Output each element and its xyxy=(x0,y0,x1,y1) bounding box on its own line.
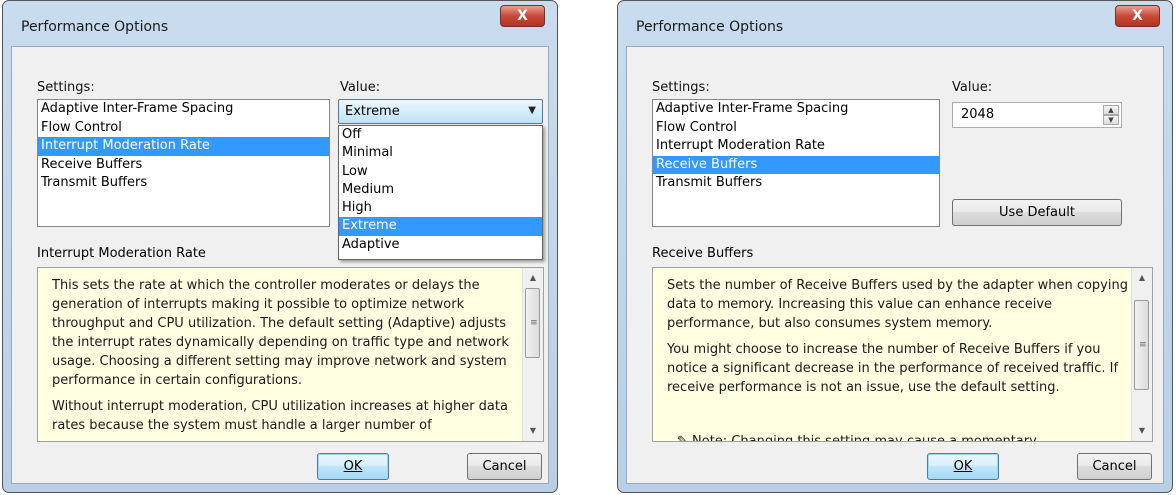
description-paragraph: Without interrupt moderation, CPU utiliz… xyxy=(52,399,508,433)
settings-item-receive-buffers[interactable]: Receive Buffers xyxy=(38,156,329,175)
description-paragraph: Sets the number of Receive Buffers used … xyxy=(667,278,1128,331)
settings-item-transmit-buffers[interactable]: Transmit Buffers xyxy=(653,174,939,193)
close-button[interactable]: X xyxy=(1115,5,1160,27)
spin-buttons: ▲ ▼ xyxy=(1103,105,1119,125)
scrollbar-thumb[interactable]: ≡ xyxy=(1134,300,1149,390)
description-panel: Sets the number of Receive Buffers used … xyxy=(652,267,1153,442)
settings-label: Settings: xyxy=(37,80,95,95)
scroll-down-arrow-icon[interactable]: ▼ xyxy=(523,423,543,439)
performance-options-dialog-right: Performance Options X Settings: Value: A… xyxy=(617,0,1173,493)
settings-listbox[interactable]: Adaptive Inter-Frame Spacing Flow Contro… xyxy=(652,99,940,227)
combobox-value: Extreme xyxy=(345,104,400,119)
value-label: Value: xyxy=(952,80,993,95)
note-icon: ✎ xyxy=(677,434,693,442)
grip-icon: ≡ xyxy=(1139,340,1147,350)
ok-button-label: OK xyxy=(953,459,973,474)
ok-button[interactable]: OK xyxy=(927,453,999,480)
note-cut-label: Note: Changing this setting may cause a … xyxy=(692,434,1037,442)
cancel-button-label: Cancel xyxy=(1092,459,1137,474)
value-dropdown-list[interactable]: Off Minimal Low Medium High Extreme Adap… xyxy=(338,125,543,260)
title-bar[interactable]: Performance Options X xyxy=(618,1,1172,41)
dialog-title: Performance Options xyxy=(636,19,784,35)
close-button[interactable]: X xyxy=(500,5,545,27)
dropdown-option-high[interactable]: High xyxy=(339,199,542,217)
use-default-button[interactable]: Use Default xyxy=(952,199,1122,226)
cancel-button-label: Cancel xyxy=(482,459,527,474)
spin-up-arrow-icon[interactable]: ▲ xyxy=(1103,105,1119,115)
performance-options-dialog-left: Performance Options X Settings: Value: A… xyxy=(2,0,558,493)
spinbox-value: 2048 xyxy=(961,107,995,122)
settings-item-receive-buffers[interactable]: Receive Buffers xyxy=(653,155,939,174)
value-spinbox[interactable]: 2048 ▲ ▼ xyxy=(952,102,1122,128)
description-title: Interrupt Moderation Rate xyxy=(37,246,206,261)
settings-item-adaptive-inter-frame-spacing[interactable]: Adaptive Inter-Frame Spacing xyxy=(38,100,329,119)
description-title: Receive Buffers xyxy=(652,246,754,261)
settings-item-interrupt-moderation-rate[interactable]: Interrupt Moderation Rate xyxy=(653,137,939,156)
cancel-button[interactable]: Cancel xyxy=(467,453,542,480)
dialog-client-area: Settings: Value: Adaptive Inter-Frame Sp… xyxy=(11,46,549,484)
dropdown-option-minimal[interactable]: Minimal xyxy=(339,144,542,162)
description-scrollbar[interactable]: ▲ ≡ ▼ xyxy=(522,268,543,441)
chevron-down-icon[interactable]: ▼ xyxy=(528,105,536,116)
settings-label: Settings: xyxy=(652,80,710,95)
settings-item-interrupt-moderation-rate[interactable]: Interrupt Moderation Rate xyxy=(38,137,329,156)
dropdown-option-medium[interactable]: Medium xyxy=(339,181,542,199)
dialog-client-area: Settings: Value: Adaptive Inter-Frame Sp… xyxy=(626,46,1164,484)
settings-item-adaptive-inter-frame-spacing[interactable]: Adaptive Inter-Frame Spacing xyxy=(653,100,939,119)
dropdown-option-low[interactable]: Low xyxy=(339,163,542,181)
ok-button[interactable]: OK xyxy=(317,453,389,480)
value-label: Value: xyxy=(340,80,381,95)
dropdown-option-extreme[interactable]: Extreme xyxy=(339,217,542,236)
scroll-up-arrow-icon[interactable]: ▲ xyxy=(1132,270,1152,286)
value-combobox[interactable]: Extreme ▼ xyxy=(338,99,543,124)
grip-icon: ≡ xyxy=(530,318,538,328)
scrollbar-thumb[interactable]: ≡ xyxy=(525,288,540,358)
scroll-down-arrow-icon[interactable]: ▼ xyxy=(1132,423,1152,439)
description-text: This sets the rate at which the controll… xyxy=(52,276,521,441)
dialog-title: Performance Options xyxy=(21,19,169,35)
spin-down-arrow-icon[interactable]: ▼ xyxy=(1103,115,1119,125)
settings-item-transmit-buffers[interactable]: Transmit Buffers xyxy=(38,174,329,193)
settings-item-flow-control[interactable]: Flow Control xyxy=(653,119,939,138)
description-paragraph: This sets the rate at which the controll… xyxy=(52,278,509,388)
settings-item-flow-control[interactable]: Flow Control xyxy=(38,119,329,138)
description-paragraph: You might choose to increase the number … xyxy=(667,342,1119,395)
use-default-button-label: Use Default xyxy=(999,205,1075,220)
description-scrollbar[interactable]: ▲ ≡ ▼ xyxy=(1131,268,1152,441)
note-cut-text: ✎ Note: Changing this setting may cause … xyxy=(677,434,1037,442)
description-panel: This sets the rate at which the controll… xyxy=(37,267,544,442)
title-bar[interactable]: Performance Options X xyxy=(3,1,557,41)
dropdown-option-adaptive[interactable]: Adaptive xyxy=(339,236,542,254)
settings-listbox[interactable]: Adaptive Inter-Frame Spacing Flow Contro… xyxy=(37,99,330,227)
description-text: Sets the number of Receive Buffers used … xyxy=(667,276,1130,404)
ok-button-label: OK xyxy=(343,459,363,474)
scroll-up-arrow-icon[interactable]: ▲ xyxy=(523,270,543,286)
cancel-button[interactable]: Cancel xyxy=(1077,453,1152,480)
dropdown-option-off[interactable]: Off xyxy=(339,126,542,144)
